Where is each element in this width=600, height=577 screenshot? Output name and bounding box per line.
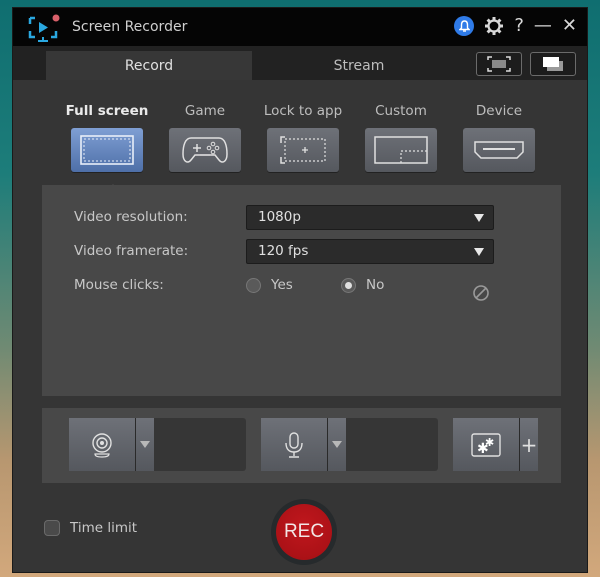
tab-bar: Record Stream [13,46,587,80]
radio-label: No [366,277,385,293]
webcam-icon [92,432,112,458]
app-logo-icon [28,14,60,42]
bell-icon [458,20,470,32]
webcam-device-field[interactable] [154,418,246,471]
add-effect-button[interactable]: + [520,418,538,471]
webcam-button[interactable] [69,418,136,471]
radio-label: Yes [271,277,293,293]
resolution-label: Video resolution: [74,209,188,225]
webcam-dropdown[interactable] [136,418,154,471]
help-button[interactable]: ? [514,16,524,36]
framerate-label: Video framerate: [74,243,189,259]
radio-dot[interactable] [341,277,356,293]
app-title: Screen Recorder [72,19,188,35]
fullscreen-icon [487,56,511,72]
microphone-control [261,418,438,471]
mode-label: Game [184,103,226,119]
hdmi-icon [474,141,524,159]
time-limit-toggle[interactable]: Time limit [44,520,137,536]
radio-dot[interactable] [246,277,261,293]
mode-button[interactable] [463,128,535,172]
webcam-control [69,418,246,471]
framerate-dropdown[interactable]: 120 fps [246,239,494,264]
title-bar[interactable]: Screen Recorder ? — ✕ [13,8,587,46]
screen-recorder-window: Screen Recorder ? — ✕ Record Stream Full… [12,7,588,573]
full-screen-icon [80,135,134,165]
rec-button-ring: REC [271,499,337,565]
mode-device[interactable]: Device [463,103,535,172]
mode-label: Full screen [65,103,149,119]
minimize-button[interactable]: — [534,16,552,36]
mode-game[interactable]: Game [169,103,241,172]
close-button[interactable]: ✕ [562,16,577,36]
mode-full-screen[interactable]: Full screen [66,103,148,172]
disabled-icon [473,285,489,301]
framerate-value: 120 fps [258,243,309,259]
tab-record[interactable]: Record [46,51,252,80]
time-limit-checkbox[interactable] [44,520,60,536]
mouse-clicks-label: Mouse clicks: [74,277,164,293]
effects-icon: ✱ ✱ [471,432,501,457]
chevron-down-icon [140,441,150,448]
window-view-button[interactable] [530,52,576,76]
time-limit-label: Time limit [70,520,138,536]
tab-stream[interactable]: Stream [252,51,466,80]
mode-lock-to-app[interactable]: Lock to app [264,103,342,172]
mode-button[interactable] [365,128,437,172]
resolution-value: 1080p [258,209,301,225]
settings-gear-icon[interactable] [484,16,504,36]
notification-button[interactable] [454,16,475,36]
record-button[interactable]: REC [276,504,332,560]
mouse-clicks-yes-radio[interactable]: Yes [246,277,293,293]
chevron-down-icon [332,441,342,448]
mode-custom[interactable]: Custom [365,103,437,172]
microphone-icon [285,431,303,458]
effects-button[interactable]: ✱ ✱ [453,418,520,471]
lock-to-app-icon [280,136,326,164]
mode-button[interactable] [71,128,143,172]
mode-label: Lock to app [263,103,343,119]
record-settings-panel: Video resolution: 1080p Video framerate:… [42,185,561,396]
mode-label: Device [475,103,523,119]
mode-label: Custom [375,103,427,119]
custom-region-icon [374,136,428,164]
resolution-dropdown[interactable]: 1080p [246,205,494,230]
device-panel: ✱ ✱ + [42,408,561,483]
effects-control: ✱ ✱ + [453,418,538,471]
svg-text:✱: ✱ [485,436,494,449]
gamepad-icon [182,137,228,163]
mouse-clicks-no-radio[interactable]: No [341,277,384,293]
microphone-device-field[interactable] [346,418,438,471]
mode-button[interactable] [169,128,241,172]
mode-button[interactable] [267,128,339,172]
microphone-button[interactable] [261,418,328,471]
fullscreen-view-button[interactable] [476,52,522,76]
chevron-down-icon [474,248,484,256]
microphone-dropdown[interactable] [328,418,346,471]
chevron-down-icon [474,214,484,222]
stacked-windows-icon [543,57,563,71]
